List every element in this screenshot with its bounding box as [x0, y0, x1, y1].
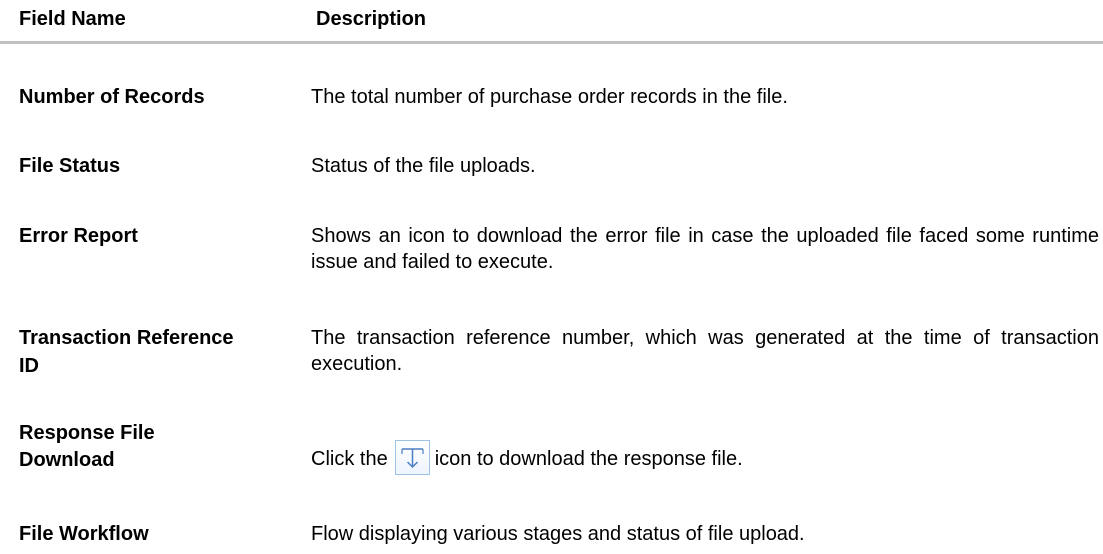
- field-description: The transaction reference number, which …: [311, 327, 1099, 375]
- table-header: Field Name Description: [0, 0, 1103, 44]
- field-description-table: Field Name Description Number of Records…: [0, 0, 1103, 554]
- field-description: Shows an icon to download the error file…: [311, 225, 1099, 273]
- field-name: Number of Records: [19, 86, 205, 108]
- field-name-line1: Response File: [19, 422, 155, 444]
- header-description: Description: [316, 8, 427, 30]
- field-name-line2: Download: [19, 449, 115, 471]
- field-description: The total number of purchase order recor…: [311, 86, 788, 108]
- field-description: Flow displaying various stages and statu…: [311, 523, 805, 545]
- field-description: Click the icon to download the response f…: [311, 440, 743, 475]
- field-name-line2: ID: [19, 355, 39, 377]
- header-field-name: Field Name: [19, 8, 126, 30]
- field-name: File Workflow: [19, 523, 149, 545]
- description-text-before-icon: Click the: [311, 448, 388, 470]
- download-icon: [394, 440, 430, 475]
- field-name: Error Report: [19, 225, 138, 247]
- field-name-line1: Transaction Reference: [19, 327, 234, 349]
- field-description: Status of the file uploads.: [311, 155, 536, 177]
- description-text-after-icon: icon to download the response file.: [434, 448, 743, 470]
- field-name: File Status: [19, 155, 121, 177]
